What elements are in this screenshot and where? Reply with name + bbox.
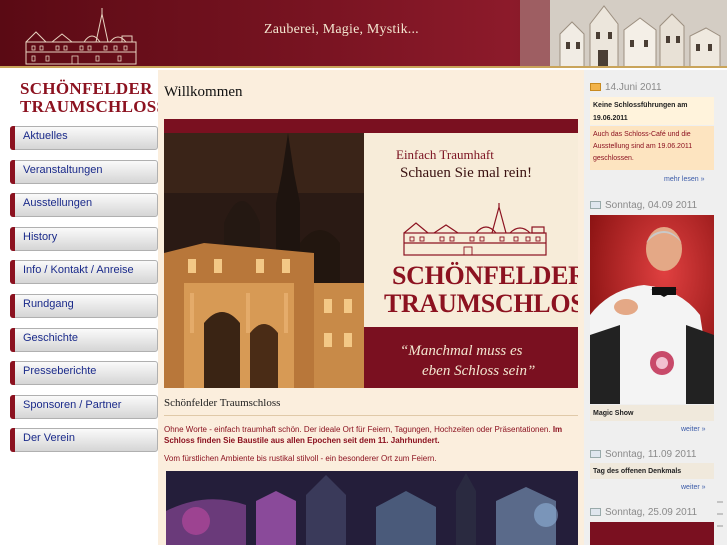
nav-item-label: Geschichte — [23, 331, 79, 344]
hero-caption: Schönfelder Traumschloss — [164, 397, 281, 409]
nav-item-label: History — [23, 230, 58, 243]
news-date: Sonntag, 04.09 2011 — [590, 200, 697, 214]
nav-item-der-verein[interactable]: Der Verein — [10, 428, 158, 453]
news-sidebar: 14.Juni 2011 Keine Schlossführungen am 1… — [584, 70, 727, 545]
new-badge-icon — [590, 83, 601, 92]
nav-item-aktuelles[interactable]: Aktuelles — [10, 126, 158, 150]
nav-item-veranstaltungen[interactable]: Veranstaltungen — [10, 159, 158, 184]
news-date-text: Sonntag, 11.09 2011 — [605, 449, 697, 460]
castle-outline-logo — [25, 8, 137, 65]
nav-item-info-kontakt-anreise[interactable]: Info / Kontakt / Anreise — [10, 260, 158, 285]
intro-text: Ohne Worte - einfach traumhaft schön. De… — [164, 425, 553, 434]
ambience-paragraph: Vom fürstlichen Ambiente bis rustikal st… — [164, 454, 437, 463]
brand-line-2: TRAUMSCHLOSS — [20, 97, 167, 116]
news-date: Sonntag, 11.09 2011 — [590, 449, 696, 463]
news-date: 14.Juni 2011 — [590, 82, 662, 96]
calendar-icon — [590, 508, 601, 517]
nav-item-label: Aktuelles — [23, 130, 68, 142]
news-title[interactable]: Tag des offenen Denkmals — [590, 463, 714, 479]
magician-photo[interactable] — [590, 215, 714, 404]
caption-divider — [164, 415, 578, 416]
hero-quote-line-2: eben Schloss sein” — [422, 363, 536, 379]
calendar-icon — [590, 201, 601, 210]
calendar-icon — [590, 450, 601, 459]
nav-item-label: Presseberichte — [23, 365, 97, 378]
brand-logo[interactable]: SCHÖNFELDER TRAUMSCHLOSS — [20, 79, 167, 116]
nav-item-geschichte[interactable]: Geschichte — [10, 327, 158, 352]
castle-outline-icon — [403, 203, 547, 256]
hero-headline: Einfach Traumhaft — [396, 147, 494, 162]
scroll-indicator-icon[interactable] — [715, 500, 725, 540]
hero-top-band — [164, 119, 578, 133]
read-more-link[interactable]: weiter » — [681, 426, 706, 433]
intro-paragraph: Ohne Worte - einfach traumhaft schön. De… — [164, 424, 578, 446]
nav-item-sponsoren-partner[interactable]: Sponsoren / Partner — [10, 394, 158, 419]
header-castle-photo — [520, 0, 727, 68]
news-date-text: Sonntag, 25.09 2011 — [605, 507, 698, 518]
nav-item-label: Veranstaltungen — [23, 163, 103, 176]
hero-brand-line-2: TRAUMSCHLOSS® — [384, 289, 578, 319]
site-header: Zauberei, Magie, Mystik... — [0, 0, 727, 68]
news-date-text: 14.Juni 2011 — [605, 82, 662, 93]
nav-item-ausstellungen[interactable]: Ausstellungen — [10, 193, 158, 218]
castle-event-photo — [166, 471, 578, 545]
news-body: Auch das Schloss-Café und die Ausstellun… — [590, 126, 714, 170]
nav-item-label: Info / Kontakt / Anreise — [23, 264, 134, 277]
nav-item-label: Der Verein — [23, 432, 75, 445]
news-title[interactable]: Magic Show — [590, 405, 714, 421]
hero-banner: Einfach Traumhaft Schauen Sie mal rein! — [164, 119, 578, 388]
nav-item-label: Ausstellungen — [23, 197, 93, 210]
nav-item-label: Sponsoren / Partner — [23, 398, 122, 411]
nav-item-rundgang[interactable]: Rundgang — [10, 293, 158, 318]
read-more-link[interactable]: mehr lesen » — [664, 176, 704, 183]
hero-quote-line-1: “Manchmal muss es — [400, 343, 523, 359]
nav-item-history[interactable]: History — [10, 226, 158, 251]
header-divider — [0, 66, 727, 68]
nav-item-label: Rundgang — [23, 297, 74, 310]
nav-item-presseberichte[interactable]: Presseberichte — [10, 361, 158, 386]
news-date: Sonntag, 25.09 2011 — [590, 507, 697, 521]
brand-line-1: SCHÖNFELDER — [20, 79, 153, 98]
hero-subheadline: Schauen Sie mal rein! — [400, 165, 533, 181]
news-photo[interactable] — [590, 522, 714, 545]
main-navigation: Aktuelles Veranstaltungen Ausstellungen … — [10, 126, 158, 462]
hero-brand-line-1: SCHÖNFELDER — [392, 261, 578, 290]
header-tagline: Zauberei, Magie, Mystik... — [264, 22, 419, 37]
news-title[interactable]: Keine Schlossführungen am 19.06.2011 — [590, 97, 714, 125]
page-title: Willkommen — [164, 84, 243, 100]
read-more-link[interactable]: weiter » — [681, 484, 706, 491]
left-sidebar: SCHÖNFELDER TRAUMSCHLOSS Aktuelles Veran… — [6, 70, 167, 545]
hero-brand-line-2-text: TRAUMSCHLOSS — [384, 289, 578, 318]
news-date-text: Sonntag, 04.09 2011 — [605, 200, 698, 211]
castle-night-photo — [164, 133, 364, 388]
main-content: Willkommen Einfach Traumhaft Schauen Sie… — [158, 70, 584, 545]
